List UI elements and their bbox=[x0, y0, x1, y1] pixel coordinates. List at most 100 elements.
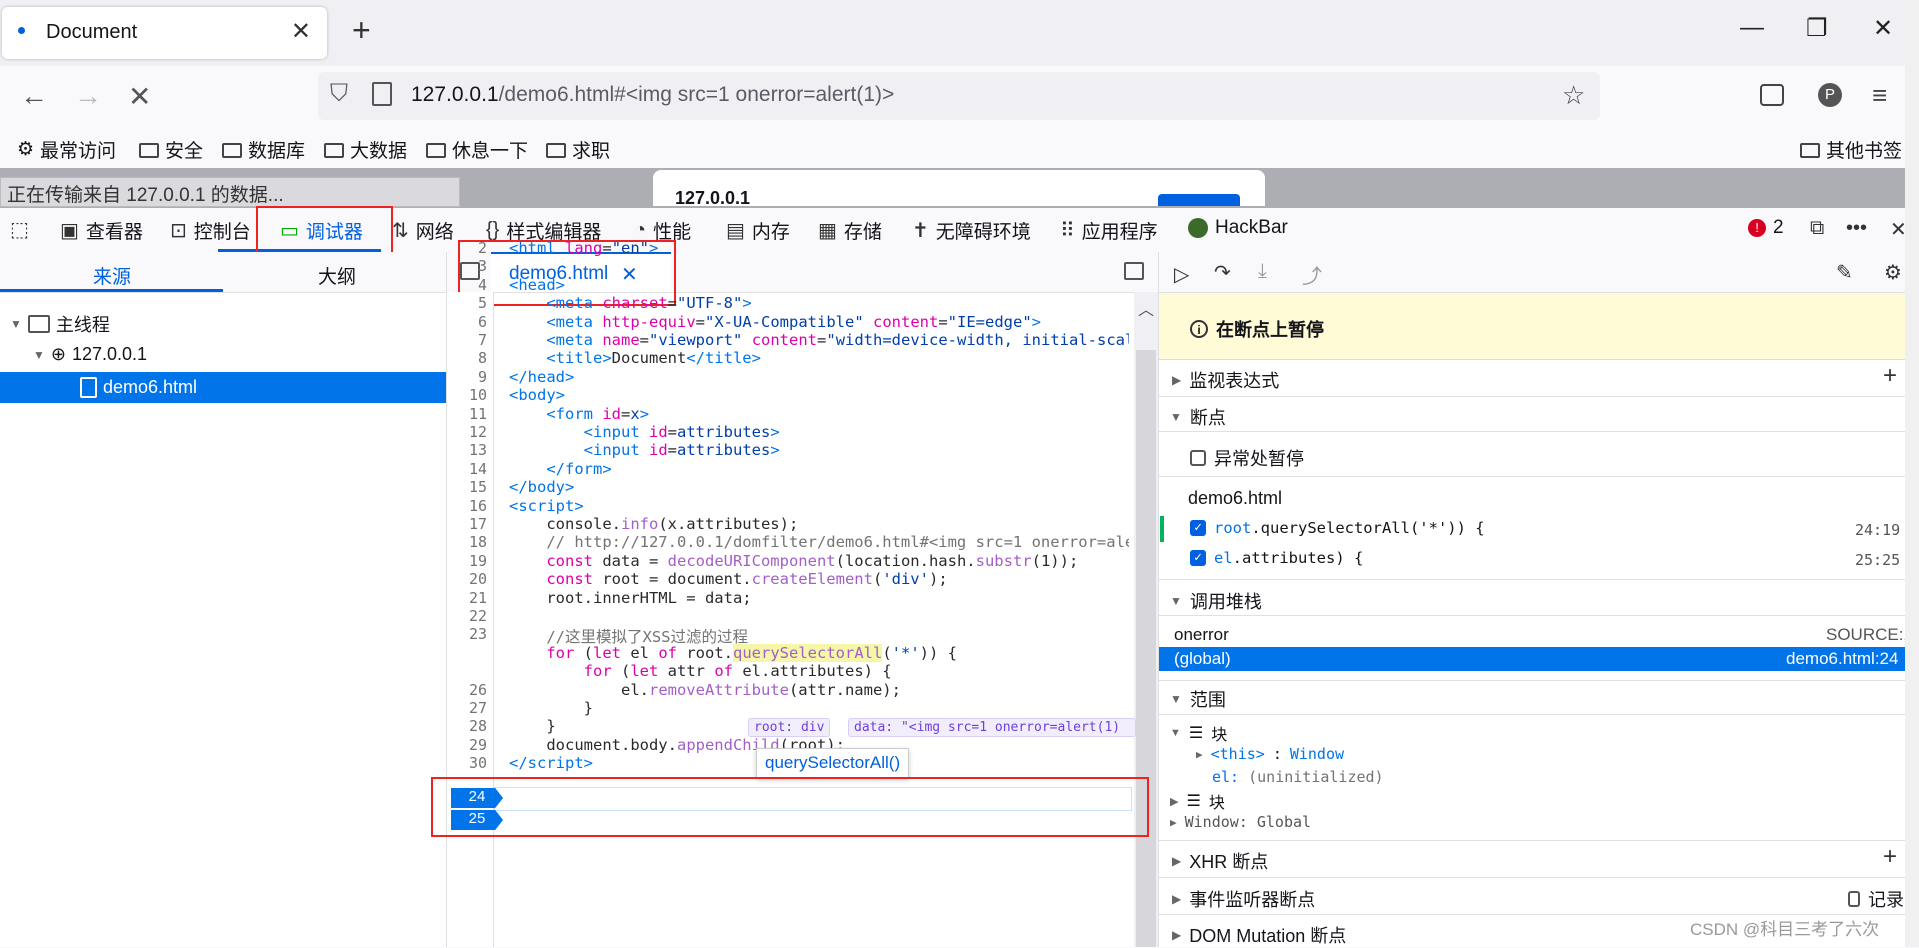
line-number[interactable]: 15 bbox=[447, 478, 487, 496]
line-number[interactable]: 11 bbox=[447, 405, 487, 423]
bookmark-folder-rest[interactable]: 休息一下 bbox=[426, 136, 528, 163]
pick-element-icon[interactable]: ⬚ bbox=[10, 217, 29, 242]
tab-network[interactable]: ⇅ 网络 bbox=[392, 217, 454, 244]
bookmark-folder-security[interactable]: 安全 bbox=[139, 136, 203, 163]
line-number[interactable]: 4 bbox=[447, 276, 487, 294]
scope-window[interactable]: ▶ Window: Global bbox=[1170, 813, 1311, 831]
section-call-stack[interactable]: ▼ 调用堆栈 bbox=[1170, 588, 1262, 614]
editor-scrollbar-thumb[interactable] bbox=[1136, 350, 1156, 947]
line-number[interactable]: 10 bbox=[447, 386, 487, 404]
line-number[interactable]: 19 bbox=[447, 552, 487, 570]
checkbox[interactable] bbox=[1190, 450, 1206, 466]
section-breakpoints[interactable]: ▼ 断点 bbox=[1170, 404, 1226, 430]
line-number[interactable]: 16 bbox=[447, 497, 487, 515]
line-number[interactable]: 27 bbox=[447, 699, 487, 717]
frame-onerror[interactable]: onerror bbox=[1174, 625, 1229, 645]
add-watch-icon[interactable]: + bbox=[1883, 362, 1897, 390]
line-number[interactable]: 3 bbox=[447, 257, 487, 275]
scope-block-2[interactable]: ▶ ☰ 块 bbox=[1170, 789, 1225, 813]
line-number[interactable]: 5 bbox=[447, 294, 487, 312]
line-number[interactable]: 6 bbox=[447, 313, 487, 331]
breakpoint-item[interactable]: ✓ el.attributes) { bbox=[1190, 549, 1363, 567]
tree-host[interactable]: ▼ ⊕ 127.0.0.1 bbox=[33, 344, 147, 365]
bookmark-other[interactable]: 其他书签 bbox=[1800, 136, 1902, 163]
line-number[interactable]: 2 bbox=[447, 239, 487, 257]
resume-icon[interactable]: ▷ bbox=[1174, 262, 1189, 287]
tab-inspector[interactable]: ▣ 查看器 bbox=[60, 217, 143, 244]
line-number[interactable]: 13 bbox=[447, 441, 487, 459]
section-xhr[interactable]: ▶ XHR 断点 bbox=[1172, 848, 1268, 874]
tab-accessibility[interactable]: ✝ 无障碍环境 bbox=[912, 217, 1031, 244]
frame-global[interactable]: (global) bbox=[1174, 649, 1231, 669]
line-number[interactable]: 17 bbox=[447, 515, 487, 533]
tree-main-thread[interactable]: ▼ 主线程 bbox=[10, 311, 110, 337]
bookmark-folder-jobs[interactable]: 求职 bbox=[546, 136, 610, 163]
more-options-icon[interactable]: ••• bbox=[1846, 217, 1867, 240]
step-in-icon[interactable]: ⤓ bbox=[1258, 260, 1267, 283]
settings-gear-icon[interactable]: ⚙ bbox=[1884, 260, 1902, 285]
line-number[interactable]: 30 bbox=[447, 754, 487, 772]
section-watch[interactable]: ▶ 监视表达式 bbox=[1172, 367, 1279, 393]
line-number[interactable]: 23 bbox=[447, 625, 487, 643]
bookmark-folder-bigdata[interactable]: 大数据 bbox=[324, 136, 407, 163]
dock-icon[interactable]: ⧉ bbox=[1810, 217, 1824, 240]
step-over-icon[interactable]: ↷ bbox=[1214, 260, 1231, 285]
step-out-icon[interactable]: ⤴ bbox=[1302, 260, 1322, 289]
tab-memory[interactable]: ▤ 内存 bbox=[726, 217, 790, 244]
forward-icon[interactable]: → bbox=[74, 80, 102, 112]
tab-sources[interactable]: 来源 bbox=[93, 262, 131, 289]
line-number[interactable]: 26 bbox=[447, 681, 487, 699]
toggle-right-pane-icon[interactable] bbox=[1124, 262, 1144, 280]
scope-block[interactable]: ▼ ☰ 块 bbox=[1170, 721, 1227, 745]
bookmark-folder-database[interactable]: 数据库 bbox=[222, 136, 305, 163]
line-number[interactable]: 18 bbox=[447, 533, 487, 551]
tree-file-demo6[interactable]: demo6.html bbox=[80, 377, 197, 398]
log-events-toggle[interactable]: 记录 bbox=[1848, 886, 1904, 912]
pocket-icon[interactable] bbox=[1760, 84, 1784, 106]
stop-icon[interactable]: ✕ bbox=[128, 80, 151, 113]
tab-application[interactable]: ⠿ 应用程序 bbox=[1060, 217, 1158, 244]
line-number[interactable]: 21 bbox=[447, 589, 487, 607]
inline-preview-root[interactable]: root: div bbox=[748, 718, 831, 737]
line-number[interactable]: 8 bbox=[447, 349, 487, 367]
line-number[interactable]: 9 bbox=[447, 368, 487, 386]
line-number[interactable]: 22 bbox=[447, 607, 487, 625]
breakpoint-item[interactable]: ✓ root.querySelectorAll('*')) { bbox=[1190, 519, 1485, 537]
menu-icon[interactable]: ≡ bbox=[1872, 80, 1887, 111]
alert-ok-button[interactable] bbox=[1158, 194, 1240, 206]
shield-icon[interactable]: ⛉ bbox=[330, 80, 348, 108]
close-window-icon[interactable]: ✕ bbox=[1873, 14, 1893, 43]
checkbox[interactable] bbox=[1848, 891, 1860, 907]
checkbox-checked[interactable]: ✓ bbox=[1190, 550, 1206, 566]
tab-console[interactable]: ⊡ 控制台 bbox=[170, 217, 251, 244]
add-xhr-icon[interactable]: + bbox=[1883, 843, 1897, 871]
minimize-icon[interactable]: — bbox=[1740, 14, 1764, 42]
restore-icon[interactable]: ❐ bbox=[1806, 14, 1828, 43]
close-tab-icon[interactable]: ✕ bbox=[291, 17, 311, 46]
tab-hackbar[interactable]: HackBar bbox=[1188, 217, 1288, 239]
error-count-badge[interactable]: ! 2 bbox=[1748, 217, 1784, 239]
browser-tab[interactable]: Document ✕ bbox=[2, 7, 327, 59]
line-number[interactable]: 20 bbox=[447, 570, 487, 588]
tab-outline[interactable]: 大纲 bbox=[318, 262, 356, 289]
checkbox-checked[interactable]: ✓ bbox=[1190, 520, 1206, 536]
section-dom-mutation[interactable]: ▶ DOM Mutation 断点 bbox=[1172, 922, 1346, 948]
line-number[interactable]: 14 bbox=[447, 460, 487, 478]
section-event-listeners[interactable]: ▶ 事件监听器断点 bbox=[1172, 886, 1315, 912]
new-tab-icon[interactable]: + bbox=[352, 12, 371, 49]
account-avatar[interactable]: P bbox=[1818, 83, 1842, 107]
line-number[interactable]: 28 bbox=[447, 717, 487, 735]
deactivate-breakpoints-icon[interactable]: ✎ bbox=[1836, 260, 1853, 285]
scroll-up-icon[interactable]: ︿ bbox=[1138, 296, 1154, 320]
url-text[interactable]: 127.0.0.1/demo6.html#<img src=1 onerror=… bbox=[411, 83, 894, 107]
back-icon[interactable]: ← bbox=[20, 80, 48, 112]
tab-storage[interactable]: ▦ 存储 bbox=[818, 217, 882, 244]
inline-preview-data[interactable]: data: "<img src=1 onerror=alert(1) bbox=[848, 718, 1136, 737]
window-scrollbar[interactable] bbox=[1905, 0, 1919, 947]
line-number[interactable]: 12 bbox=[447, 423, 487, 441]
pause-on-exceptions[interactable]: 异常处暂停 bbox=[1190, 445, 1304, 471]
scope-this[interactable]: ▶ <this>: Window bbox=[1196, 745, 1344, 763]
bookmark-star-icon[interactable]: ☆ bbox=[1562, 80, 1585, 111]
line-number[interactable]: 29 bbox=[447, 736, 487, 754]
bookmark-most-visited[interactable]: ⚙ 最常访问 bbox=[17, 136, 116, 163]
